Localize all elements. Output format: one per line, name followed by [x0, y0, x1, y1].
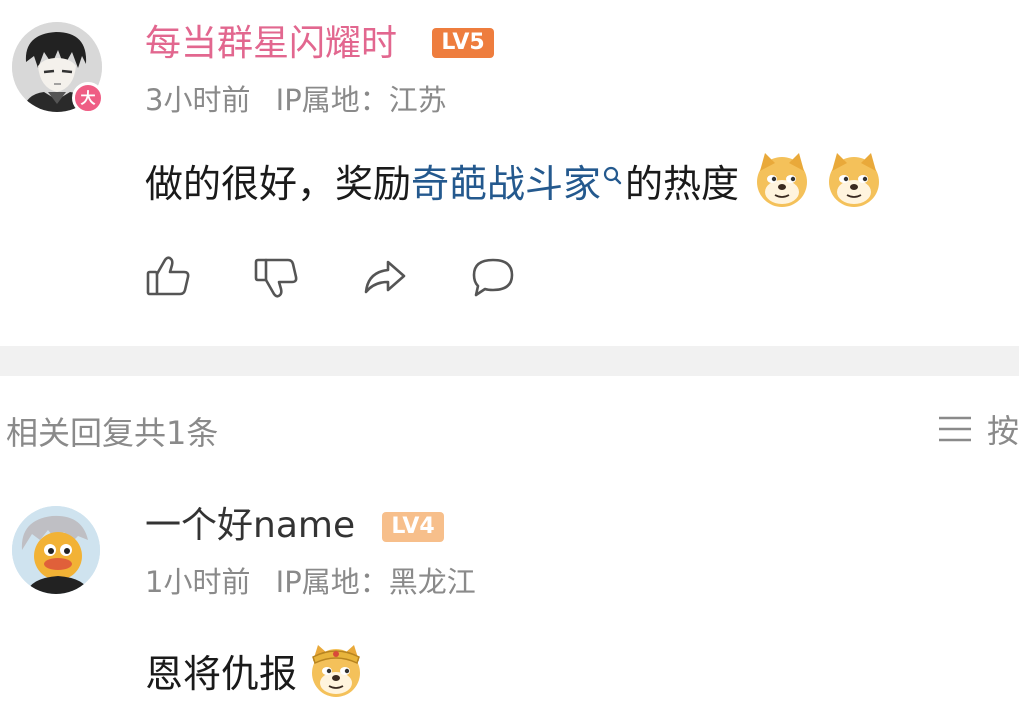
replies-count-title: 相关回复共1条 [6, 414, 219, 452]
sort-icon [938, 416, 971, 442]
reply-text-content: 恩将仇报 [145, 651, 298, 696]
comment-meta: 3小时前 IP属地：江苏 [145, 80, 463, 120]
username[interactable]: 每当群星闪耀时 [145, 20, 397, 68]
thumbs-up-icon[interactable] [144, 252, 194, 302]
replies-header: 相关回复共1条 按 [0, 376, 1019, 480]
comment-text-before: 做的很好，奖励 [145, 161, 412, 206]
reply-username[interactable]: 一个好name [145, 502, 355, 550]
level-badge: LV5 [432, 28, 494, 58]
reply-level-badge: LV4 [382, 512, 444, 542]
section-divider [0, 346, 1019, 376]
share-icon[interactable] [360, 252, 410, 302]
comment-actions [144, 252, 576, 302]
avatar-badge: 大 [72, 82, 104, 114]
thumbs-down-icon[interactable] [252, 252, 302, 302]
ip-location: IP属地：江苏 [275, 83, 447, 117]
comment-text-after: 的热度 [625, 161, 740, 206]
sort-label: 按 [986, 412, 1019, 450]
reply-ip-location: IP属地：黑龙江 [275, 565, 476, 599]
doge-monkey-king-emoji-icon [307, 641, 365, 699]
sort-button[interactable]: 按 [937, 406, 1019, 452]
doge-emoji-icon [753, 151, 811, 209]
search-icon[interactable] [601, 162, 623, 198]
reply-avatar[interactable] [12, 506, 100, 594]
reply-time: 1小时前 [145, 565, 251, 599]
reply-meta: 1小时前 IP属地：黑龙江 [145, 562, 492, 602]
comment-text: 做的很好，奖励 奇葩战斗家 的热度 [145, 150, 883, 210]
reply-comment: 一个好name LV4 1小时前 IP属地：黑龙江 恩将仇报 [0, 480, 1019, 728]
reply-avatar-illustration [12, 506, 100, 594]
topic-link[interactable]: 奇葩战斗家 [411, 153, 601, 208]
comment-time: 3小时前 [145, 83, 251, 117]
reply-text: 恩将仇报 [145, 640, 365, 700]
doge-emoji-icon [825, 151, 883, 209]
main-comment: 大 每当群星闪耀时 LV5 3小时前 IP属地：江苏 做的很好，奖励 奇葩战斗家… [0, 0, 1019, 346]
reply-icon[interactable] [468, 252, 518, 302]
